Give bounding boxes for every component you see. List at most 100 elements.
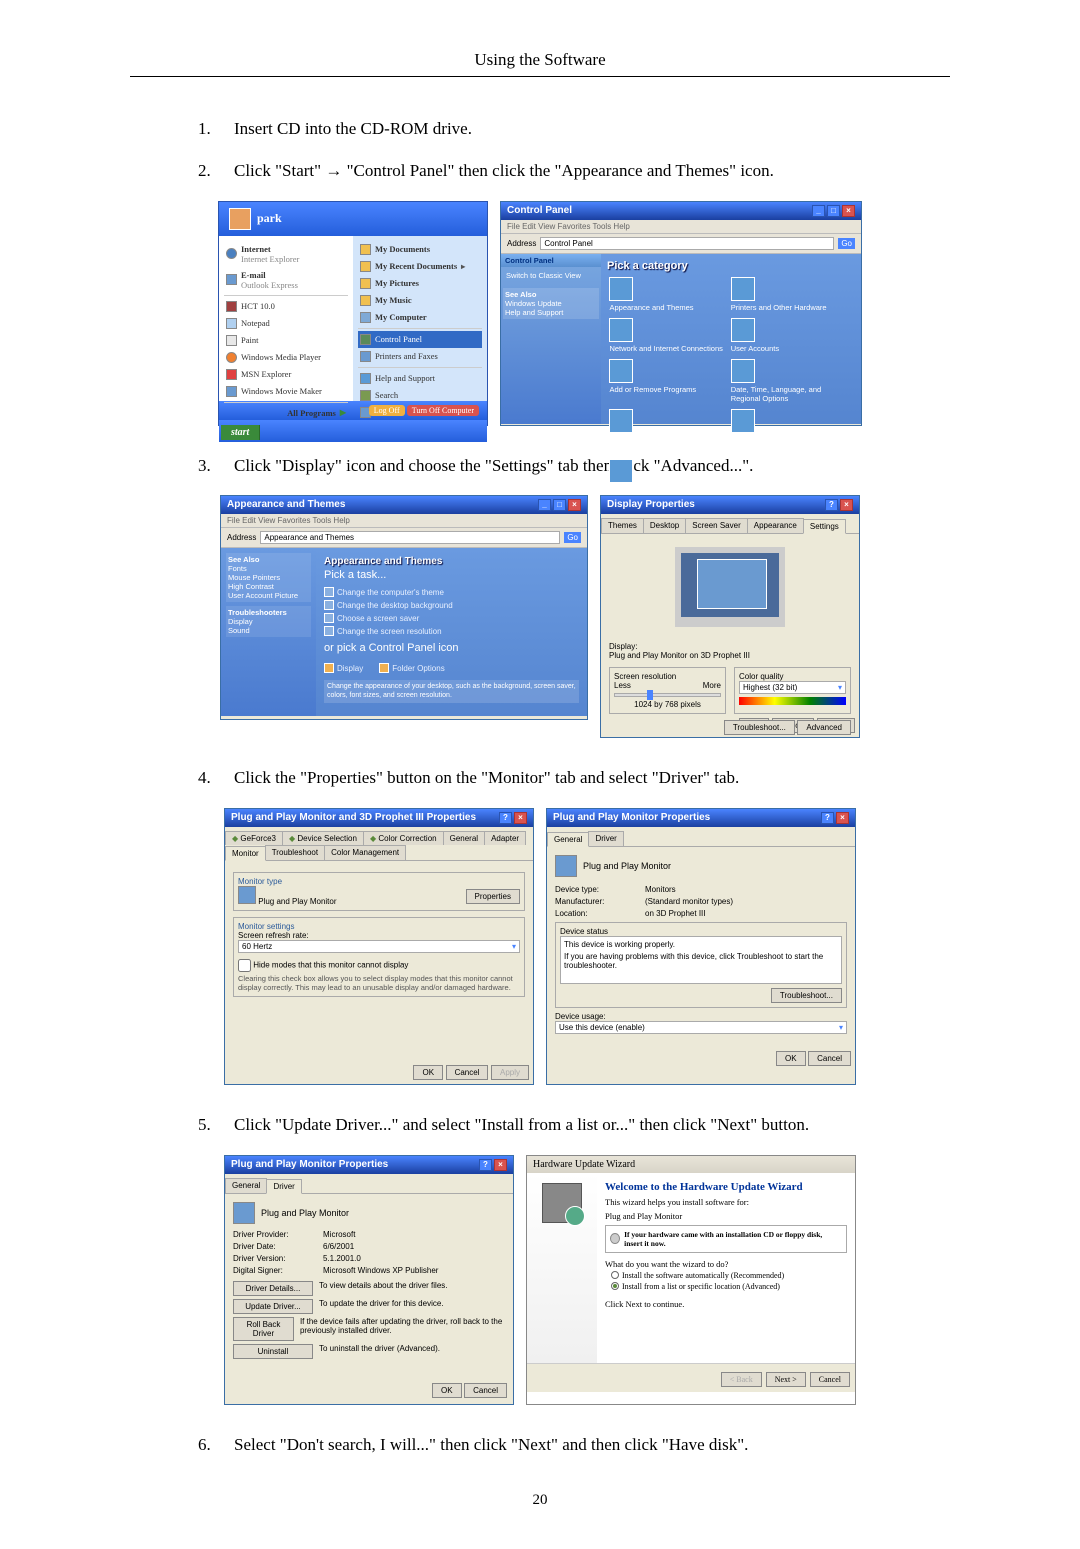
resolution-slider[interactable] [614, 693, 721, 697]
tab-driver[interactable]: Driver [266, 1179, 301, 1194]
tab-monitor[interactable]: Monitor [225, 846, 266, 861]
usage-select[interactable]: Use this device (enable)▾ [555, 1021, 847, 1034]
go-button[interactable]: Go [838, 238, 855, 249]
tb-display[interactable]: Display [228, 617, 309, 626]
sm-search[interactable]: Search [358, 387, 482, 404]
help-icon[interactable]: ? [821, 812, 834, 824]
tab-troubleshoot[interactable]: Troubleshoot [265, 845, 325, 860]
tab-colorcorr[interactable]: ◆ Color Correction [363, 831, 444, 845]
sm-wmm[interactable]: Windows Movie Maker [224, 383, 348, 400]
cat-perf[interactable]: Performance and Maintenance [609, 459, 723, 494]
opt-list[interactable]: Install from a list or specific location… [605, 1282, 847, 1291]
task-screensaver[interactable]: Choose a screen saver [324, 613, 579, 623]
close-icon[interactable]: × [514, 812, 527, 824]
sm-music[interactable]: My Music [358, 292, 482, 309]
sm-wmp[interactable]: Windows Media Player [224, 349, 348, 366]
cat-access[interactable]: Accessibility Options [731, 409, 845, 444]
sm-allprograms[interactable]: All Programs ▶ [224, 405, 348, 421]
tab-screensaver[interactable]: Screen Saver [685, 518, 747, 533]
rollback-driver-button[interactable]: Roll Back Driver [233, 1317, 294, 1341]
close-icon[interactable]: × [842, 205, 855, 217]
start-button[interactable]: start [221, 425, 260, 440]
logoff-button[interactable]: Log Off [369, 405, 405, 416]
see-update[interactable]: Windows Update [505, 299, 597, 308]
sm-controlpanel[interactable]: Control Panel [358, 331, 482, 348]
see-contrast[interactable]: High Contrast [228, 582, 309, 591]
tb-sound[interactable]: Sound [228, 626, 309, 635]
minimize-icon[interactable]: _ [812, 205, 825, 217]
help-icon[interactable]: ? [499, 812, 512, 824]
tab-geforce[interactable]: ◆ GeForce3 [225, 831, 283, 845]
icon-display[interactable]: Display [324, 663, 363, 673]
close-icon[interactable]: × [840, 499, 853, 511]
sm-internet[interactable]: InternetInternet Explorer [224, 241, 348, 267]
sm-help[interactable]: Help and Support [358, 370, 482, 387]
app-menu[interactable]: File Edit View Favorites Tools Help [221, 514, 587, 528]
close-icon[interactable]: × [568, 499, 581, 511]
properties-button[interactable]: Properties [466, 889, 520, 904]
sm-mycomp[interactable]: My Computer [358, 309, 482, 326]
cat-addremove[interactable]: Add or Remove Programs [609, 359, 723, 394]
address-input[interactable] [540, 237, 834, 250]
update-driver-button[interactable]: Update Driver... [233, 1299, 313, 1314]
help-icon[interactable]: ? [825, 499, 838, 511]
see-help[interactable]: Help and Support [505, 308, 597, 317]
see-uap[interactable]: User Account Picture [228, 591, 309, 600]
cancel-button[interactable]: Cancel [808, 1051, 851, 1066]
sm-msn[interactable]: MSN Explorer [224, 366, 348, 383]
tab-general[interactable]: General [443, 831, 485, 845]
cp-switch[interactable]: Switch to Classic View [506, 271, 596, 280]
sm-paint[interactable]: Paint [224, 332, 348, 349]
go-button[interactable]: Go [564, 532, 581, 543]
back-button[interactable]: < Back [721, 1372, 762, 1387]
driver-details-button[interactable]: Driver Details... [233, 1281, 313, 1296]
task-theme[interactable]: Change the computer's theme [324, 587, 579, 597]
apply-button[interactable]: Apply [491, 1065, 529, 1080]
sm-pics[interactable]: My Pictures [358, 275, 482, 292]
task-desktop[interactable]: Change the desktop background [324, 600, 579, 610]
tab-general[interactable]: General [225, 1178, 267, 1193]
refresh-select[interactable]: 60 Hertz▾ [238, 940, 520, 953]
tab-colormgmt[interactable]: Color Management [324, 845, 406, 860]
uninstall-button[interactable]: Uninstall [233, 1344, 313, 1359]
close-icon[interactable]: × [836, 812, 849, 824]
task-resolution[interactable]: Change the screen resolution [324, 626, 579, 636]
help-icon[interactable]: ? [479, 1159, 492, 1171]
cat-network[interactable]: Network and Internet Connections [609, 318, 723, 353]
maximize-icon[interactable]: □ [553, 499, 566, 511]
cat-region[interactable]: Date, Time, Language, and Regional Optio… [731, 359, 845, 403]
hide-modes-checkbox[interactable] [238, 959, 251, 972]
icon-folder-options[interactable]: Folder Options [379, 663, 444, 673]
opt-auto[interactable]: Install the software automatically (Reco… [605, 1271, 847, 1280]
tab-adapter[interactable]: Adapter [484, 831, 526, 845]
cat-printers[interactable]: Printers and Other Hardware [731, 277, 845, 312]
cat-appearance[interactable]: Appearance and Themes [609, 277, 723, 312]
sm-printers[interactable]: Printers and Faxes [358, 348, 482, 365]
sm-notepad[interactable]: Notepad [224, 315, 348, 332]
maximize-icon[interactable]: □ [827, 205, 840, 217]
minimize-icon[interactable]: _ [538, 499, 551, 511]
tab-desktop[interactable]: Desktop [643, 518, 686, 533]
ok-button[interactable]: OK [413, 1065, 443, 1080]
cp-menu[interactable]: File Edit View Favorites Tools Help [501, 220, 861, 234]
sm-hct[interactable]: HCT 10.0 [224, 298, 348, 315]
address-input[interactable] [260, 531, 560, 544]
cancel-button[interactable]: Cancel [446, 1065, 489, 1080]
troubleshoot-button[interactable]: Troubleshoot... [724, 720, 795, 735]
close-icon[interactable]: × [494, 1159, 507, 1171]
cancel-button[interactable]: Cancel [464, 1383, 507, 1398]
tab-appearance[interactable]: Appearance [747, 518, 804, 533]
tab-general[interactable]: General [547, 832, 589, 847]
tab-themes[interactable]: Themes [601, 518, 644, 533]
sm-recent[interactable]: My Recent Documents▸ [358, 258, 482, 275]
ok-button[interactable]: OK [432, 1383, 462, 1398]
tab-devsel[interactable]: ◆ Device Selection [282, 831, 364, 845]
color-quality-select[interactable]: Highest (32 bit)▾ [739, 681, 846, 694]
next-button[interactable]: Next > [766, 1372, 806, 1387]
troubleshoot-button[interactable]: Troubleshoot... [771, 988, 842, 1003]
tab-driver[interactable]: Driver [588, 831, 623, 846]
see-fonts[interactable]: Fonts [228, 564, 309, 573]
turnoff-button[interactable]: Turn Off Computer [407, 405, 479, 416]
tab-settings[interactable]: Settings [803, 519, 846, 534]
cat-sounds[interactable]: Sounds, Speech, and Audio Devices [609, 409, 723, 453]
